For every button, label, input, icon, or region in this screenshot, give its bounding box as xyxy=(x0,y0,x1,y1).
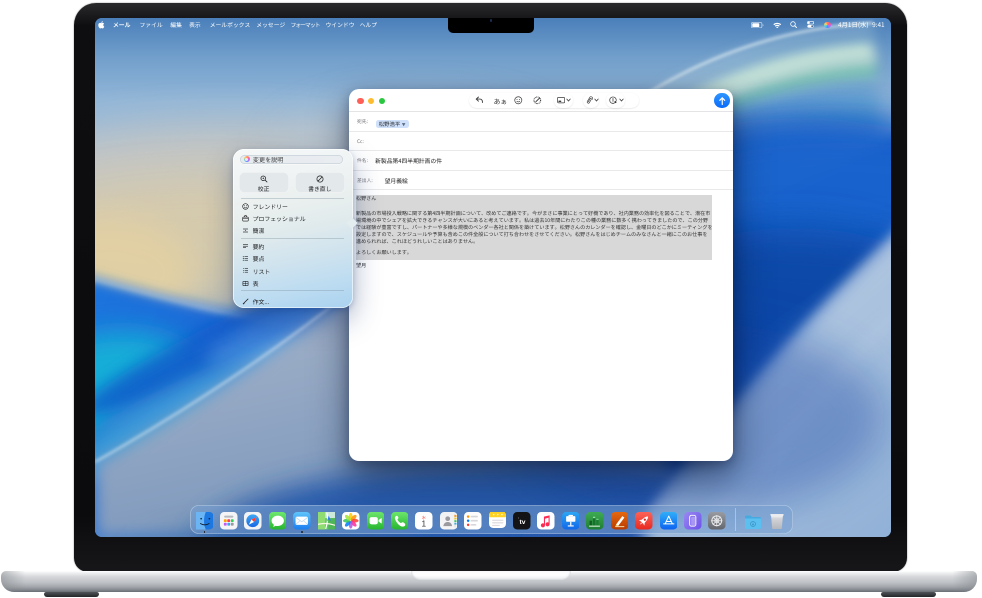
svg-text:1: 1 xyxy=(422,520,427,529)
svg-text:tv: tv xyxy=(520,519,526,526)
